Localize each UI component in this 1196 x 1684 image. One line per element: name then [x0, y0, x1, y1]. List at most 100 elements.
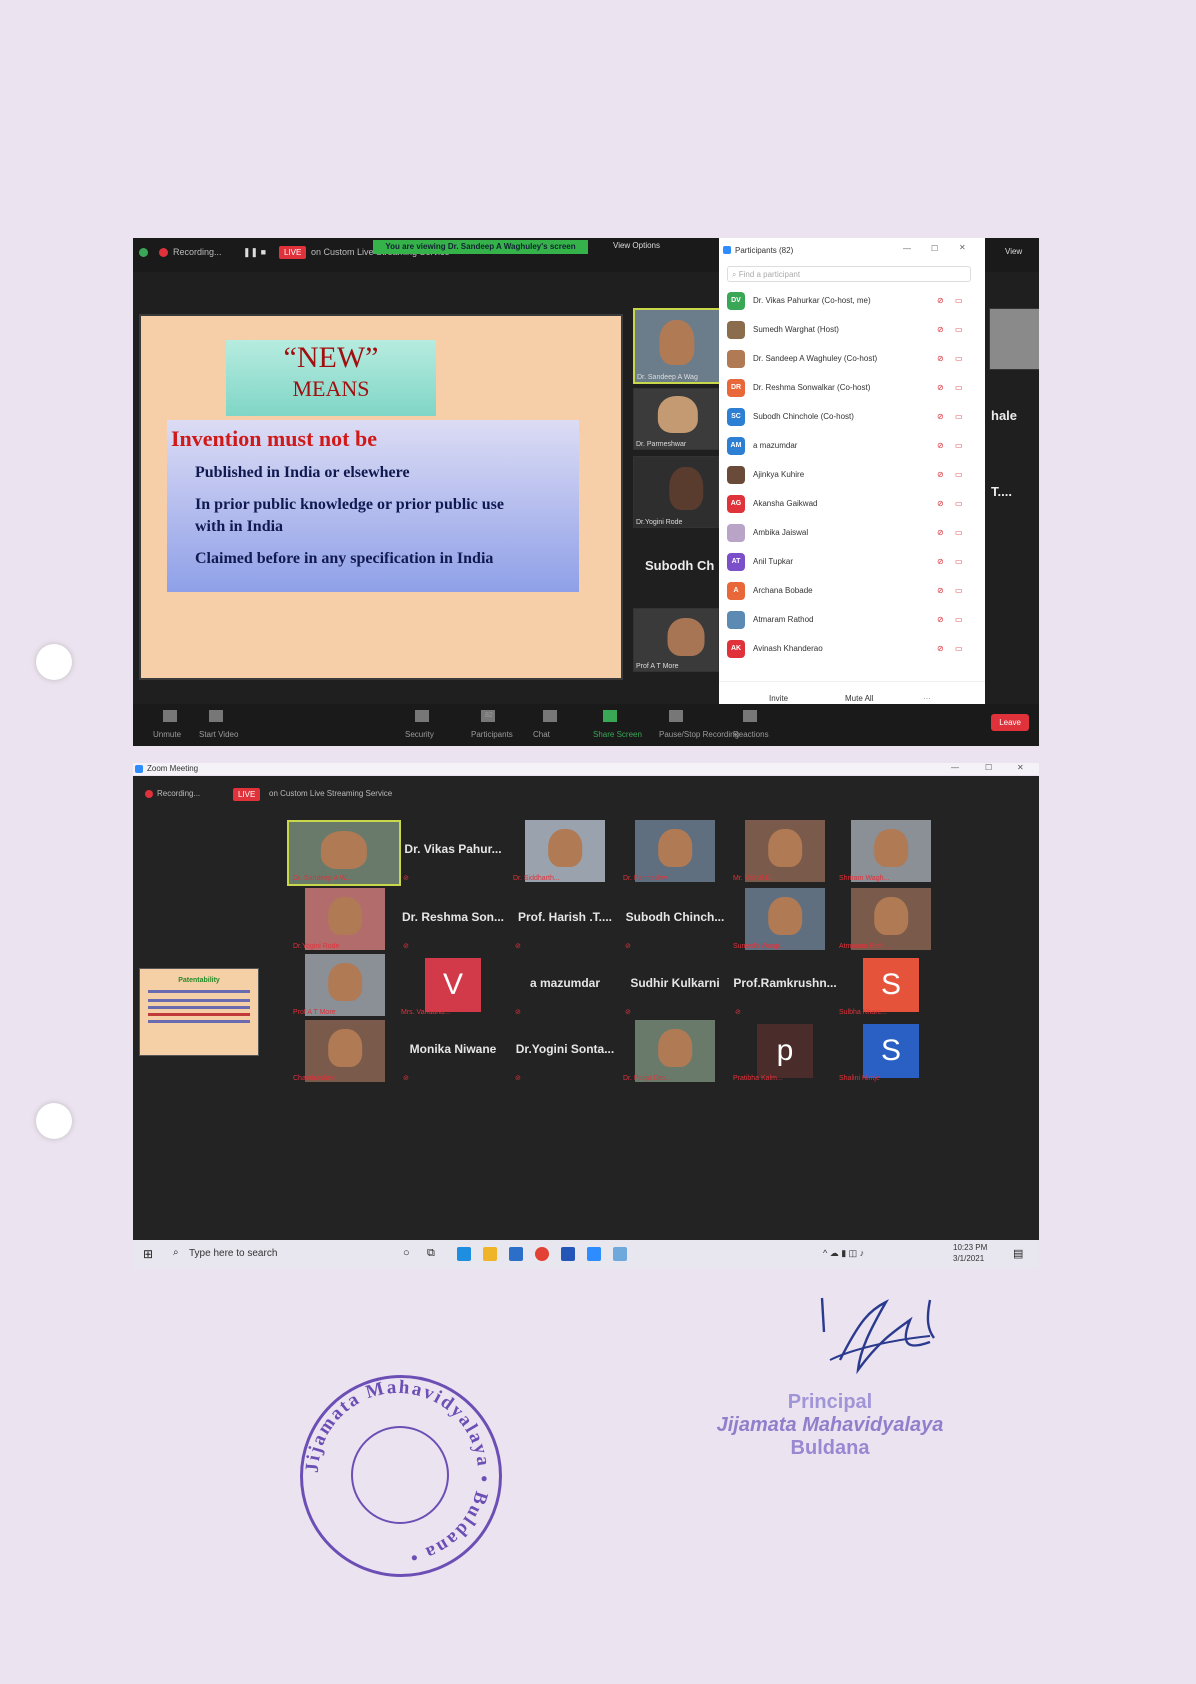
cortana-icon[interactable]: ○: [403, 1247, 410, 1259]
task-view-icon[interactable]: ⧉: [427, 1247, 435, 1260]
video-thumbnail[interactable]: [989, 308, 1039, 370]
video-off-icon[interactable]: ▭: [955, 586, 963, 595]
clock-time[interactable]: 10:23 PM: [953, 1243, 987, 1252]
participant-row[interactable]: AT Anil Tupkar ⊘ ▭: [727, 551, 977, 573]
gallery-tile[interactable]: Dr. Parmeshw...: [617, 820, 733, 884]
app-icon[interactable]: [613, 1247, 627, 1261]
participant-row[interactable]: Sumedh Warghat (Host) ⊘ ▭: [727, 319, 977, 341]
participant-row[interactable]: Dr. Sandeep A Waghuley (Co-host) ⊘ ▭: [727, 348, 977, 370]
gallery-tile[interactable]: Prof. Harish .T.... ⊘: [507, 888, 623, 952]
video-off-icon[interactable]: ▭: [955, 412, 963, 421]
video-off-icon[interactable]: ▭: [955, 354, 963, 363]
gallery-tile[interactable]: Dr. Vikas Pahur... ⊘: [395, 820, 511, 884]
share-screen-icon[interactable]: [603, 710, 617, 722]
participant-row[interactable]: DR Dr. Reshma Sonwalkar (Co-host) ⊘ ▭: [727, 377, 977, 399]
shared-slide-thumbnail[interactable]: Patentability: [139, 968, 259, 1056]
mic-muted-icon[interactable]: ⊘: [937, 296, 944, 305]
close-icon[interactable]: ✕: [959, 243, 966, 252]
participant-row[interactable]: A Archana Bobade ⊘ ▭: [727, 580, 977, 602]
video-off-icon[interactable]: ▭: [955, 644, 963, 653]
gallery-tile[interactable]: Prof.Ramkrushn... ⊘: [727, 954, 843, 1018]
video-off-icon[interactable]: ▭: [955, 296, 963, 305]
participant-row[interactable]: Ajinkya Kuhire ⊘ ▭: [727, 464, 977, 486]
gallery-tile[interactable]: Atmaram Rath...: [833, 888, 949, 952]
live-badge[interactable]: LIVE: [233, 788, 261, 801]
gallery-tile[interactable]: Dr. Siddharth...: [507, 820, 623, 884]
gallery-tile[interactable]: Dr.Yogini Sonta... ⊘: [507, 1020, 623, 1084]
more-icon[interactable]: …: [923, 692, 931, 701]
taskbar-search-input[interactable]: Type here to search: [189, 1248, 277, 1259]
gallery-tile[interactable]: Dr.Yogini Rode: [287, 888, 403, 952]
toolbar-label[interactable]: Pause/Stop Recording: [659, 730, 739, 739]
mute-all-button[interactable]: Mute All: [845, 694, 873, 703]
mic-muted-icon[interactable]: ⊘: [937, 499, 944, 508]
gallery-tile[interactable]: S Sulbha Kharc...: [833, 954, 949, 1018]
mic-muted-icon[interactable]: ⊘: [937, 354, 944, 363]
gallery-tile[interactable]: Dr. Reshma Son... ⊘: [395, 888, 511, 952]
participant-row[interactable]: AG Akansha Gaikwad ⊘ ▭: [727, 493, 977, 515]
windows-start-icon[interactable]: ⊞: [143, 1247, 153, 1261]
gallery-tile[interactable]: Prof A T More: [287, 954, 403, 1018]
mail-icon[interactable]: [509, 1247, 523, 1261]
outlook-icon[interactable]: [561, 1247, 575, 1261]
reactions-icon[interactable]: [743, 710, 757, 722]
video-off-icon[interactable]: ▭: [955, 528, 963, 537]
video-off-icon[interactable]: ▭: [955, 325, 963, 334]
mic-muted-icon[interactable]: ⊘: [937, 325, 944, 334]
gallery-tile[interactable]: Shriram Wagh...: [833, 820, 949, 884]
edge-icon[interactable]: [457, 1247, 471, 1261]
video-thumbnail[interactable]: Dr. Sandeep A Wag: [633, 308, 721, 384]
gallery-tile[interactable]: Sumedh Wargi...: [727, 888, 843, 952]
chat-icon[interactable]: [543, 710, 557, 722]
video-off-icon[interactable]: ▭: [955, 557, 963, 566]
gallery-tile[interactable]: Sudhir Kulkarni ⊘: [617, 954, 733, 1018]
toolbar-label[interactable]: Participants: [471, 730, 513, 739]
pause-record-icon[interactable]: ❚❚ ■: [243, 247, 266, 258]
gallery-tile[interactable]: Subodh Chinch... ⊘: [617, 888, 733, 952]
participant-row[interactable]: AK Avinash Khanderao ⊘ ▭: [727, 638, 977, 660]
participant-row[interactable]: DV Dr. Vikas Pahurkar (Co-host, me) ⊘ ▭: [727, 290, 977, 312]
maximize-icon[interactable]: ☐: [931, 244, 938, 253]
video-off-icon[interactable]: [209, 710, 223, 722]
toolbar-label[interactable]: Security: [405, 730, 434, 739]
video-off-icon[interactable]: ▭: [955, 470, 963, 479]
gallery-tile[interactable]: p Pratibha Kalm...: [727, 1020, 843, 1084]
minimize-icon[interactable]: —: [903, 244, 911, 253]
mic-muted-icon[interactable]: [163, 710, 177, 722]
leave-button[interactable]: Leave: [991, 714, 1029, 731]
shield-icon[interactable]: [415, 710, 429, 722]
search-icon[interactable]: ⌕: [173, 1247, 179, 1258]
mic-muted-icon[interactable]: ⊘: [937, 644, 944, 653]
minimize-icon[interactable]: —: [951, 763, 959, 772]
video-off-icon[interactable]: ▭: [955, 615, 963, 624]
notification-icon[interactable]: ▤: [1013, 1247, 1023, 1260]
gallery-tile[interactable]: Chandrashek...: [287, 1020, 403, 1084]
live-badge[interactable]: LIVE: [279, 246, 307, 259]
invite-button[interactable]: Invite: [769, 694, 788, 703]
chrome-icon[interactable]: [535, 1247, 549, 1261]
gallery-tile[interactable]: S Shalini Nimje: [833, 1020, 949, 1084]
video-thumbnail[interactable]: Dr. Parmeshwar: [633, 388, 719, 450]
mic-muted-icon[interactable]: ⊘: [937, 470, 944, 479]
gallery-tile[interactable]: Dr. Sandeep A W...: [287, 820, 403, 886]
mic-muted-icon[interactable]: ⊘: [937, 528, 944, 537]
mic-muted-icon[interactable]: ⊘: [937, 412, 944, 421]
toolbar-label[interactable]: Unmute: [153, 730, 181, 739]
participant-row[interactable]: Ambika Jaiswal ⊘ ▭: [727, 522, 977, 544]
participant-row[interactable]: Atmaram Rathod ⊘ ▭: [727, 609, 977, 631]
system-tray-icons[interactable]: ^ ☁ ▮ ◫ ♪: [823, 1248, 864, 1259]
mic-muted-icon[interactable]: ⊘: [937, 441, 944, 450]
participant-row[interactable]: AM a mazumdar ⊘ ▭: [727, 435, 977, 457]
mic-muted-icon[interactable]: ⊘: [937, 557, 944, 566]
clock-date[interactable]: 3/1/2021: [953, 1254, 984, 1263]
toolbar-label[interactable]: Chat: [533, 730, 550, 739]
zoom-taskbar-icon[interactable]: [587, 1247, 601, 1261]
gallery-tile[interactable]: Dr. Pooja Des...: [617, 1020, 733, 1084]
view-options-button[interactable]: View Options: [613, 241, 660, 250]
video-off-icon[interactable]: ▭: [955, 441, 963, 450]
toolbar-label[interactable]: Start Video: [199, 730, 238, 739]
mic-muted-icon[interactable]: ⊘: [937, 586, 944, 595]
pause-recording-icon[interactable]: [669, 710, 683, 722]
toolbar-label[interactable]: Share Screen: [593, 730, 642, 739]
file-explorer-icon[interactable]: [483, 1247, 497, 1261]
